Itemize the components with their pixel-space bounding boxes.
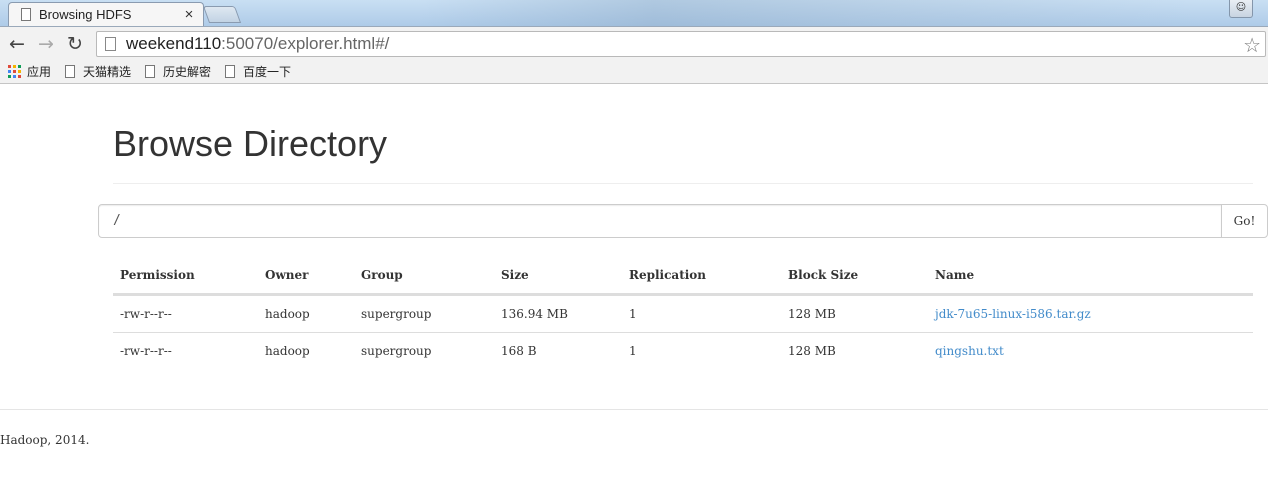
bookmark-star-icon[interactable]: ☆: [1243, 33, 1261, 58]
tab-strip-background: [420, 0, 1200, 26]
footer-divider: [0, 409, 1268, 410]
apps-grid-dot: [8, 65, 11, 68]
page-icon: [145, 65, 156, 78]
address-host: weekend110: [126, 34, 222, 53]
page-icon: [21, 8, 31, 21]
column-header-owner[interactable]: Owner: [265, 257, 308, 293]
table-row: -rw-r--r-- hadoop supergroup 136.94 MB 1…: [113, 295, 1253, 332]
bookmark-label: 百度一下: [243, 65, 292, 79]
apps-grid-dot: [8, 75, 11, 78]
tab-title: Browsing HDFS: [39, 7, 132, 22]
page-content: Browse Directory / Go! Permission Owner …: [0, 85, 1268, 493]
cell-block-size: 128 MB: [788, 344, 836, 358]
page-icon: [105, 37, 116, 51]
column-header-block-size[interactable]: Block Size: [788, 257, 858, 293]
column-header-replication[interactable]: Replication: [629, 257, 706, 293]
file-link[interactable]: jdk-7u65-linux-i586.tar.gz: [935, 307, 1091, 321]
column-header-size[interactable]: Size: [501, 257, 529, 293]
address-bar[interactable]: weekend110:50070/explorer.html#/ ☆: [96, 31, 1266, 57]
directory-path-input[interactable]: /: [98, 204, 1222, 238]
column-header-permission[interactable]: Permission: [120, 257, 195, 293]
back-icon[interactable]: ←: [5, 32, 29, 56]
page-icon: [65, 65, 76, 78]
tab-close-icon[interactable]: ×: [181, 6, 197, 23]
bookmark-label: 历史解密: [163, 65, 212, 79]
cell-name: jdk-7u65-linux-i586.tar.gz: [935, 296, 1091, 332]
apps-grid-dot: [18, 70, 21, 73]
page-icon: [225, 65, 236, 78]
cell-owner: hadoop: [265, 344, 310, 358]
go-button[interactable]: Go!: [1221, 204, 1268, 238]
file-link[interactable]: qingshu.txt: [935, 344, 1004, 358]
window-user-icon[interactable]: ☺: [1229, 0, 1253, 18]
forward-icon[interactable]: →: [34, 32, 58, 56]
reload-icon[interactable]: ↻: [63, 32, 87, 56]
apps-grid-dot: [8, 70, 11, 73]
cell-replication: 1: [629, 307, 637, 321]
cell-replication: 1: [629, 344, 637, 358]
bookmark-apps[interactable]: 应用: [8, 63, 51, 80]
column-header-group[interactable]: Group: [361, 257, 403, 293]
apps-grid-dot: [18, 65, 21, 68]
apps-grid-icon: [8, 65, 21, 78]
cell-permission: -rw-r--r--: [120, 307, 172, 321]
cell-group: supergroup: [361, 307, 432, 321]
column-header-name[interactable]: Name: [935, 257, 974, 293]
table-row: -rw-r--r-- hadoop supergroup 168 B 1 128…: [113, 332, 1253, 369]
cell-name: qingshu.txt: [935, 333, 1004, 369]
new-tab-button[interactable]: [202, 6, 242, 23]
browser-tab[interactable]: Browsing HDFS ×: [8, 2, 204, 26]
bookmark-label: 天猫精选: [83, 65, 132, 79]
cell-size: 136.94 MB: [501, 307, 568, 321]
page-title: Browse Directory: [113, 123, 388, 164]
apps-grid-dot: [13, 75, 16, 78]
directory-form: / Go!: [98, 204, 1268, 238]
bookmarks-bar: 应用 天猫精选 历史解密 百度一下: [0, 60, 1268, 84]
browser-toolbar: ← → ↻ weekend110:50070/explorer.html#/ ☆: [0, 26, 1268, 60]
apps-grid-dot: [18, 75, 21, 78]
file-listing-table: Permission Owner Group Size Replication …: [113, 257, 1253, 369]
cell-owner: hadoop: [265, 307, 310, 321]
cell-size: 168 B: [501, 344, 537, 358]
address-path: :50070/explorer.html#/: [221, 34, 390, 53]
divider: [113, 183, 1253, 184]
table-header-row: Permission Owner Group Size Replication …: [113, 257, 1253, 295]
cell-block-size: 128 MB: [788, 307, 836, 321]
bookmark-item[interactable]: 天猫精选: [65, 63, 131, 80]
apps-grid-dot: [13, 70, 16, 73]
bookmark-label: 应用: [27, 65, 52, 79]
bookmark-item[interactable]: 百度一下: [225, 63, 291, 80]
cell-group: supergroup: [361, 344, 432, 358]
tab-strip: Browsing HDFS × ☺: [0, 0, 1268, 26]
footer-text: Hadoop, 2014.: [0, 433, 90, 447]
bookmark-item[interactable]: 历史解密: [145, 63, 211, 80]
cell-permission: -rw-r--r--: [120, 344, 172, 358]
apps-grid-dot: [13, 65, 16, 68]
